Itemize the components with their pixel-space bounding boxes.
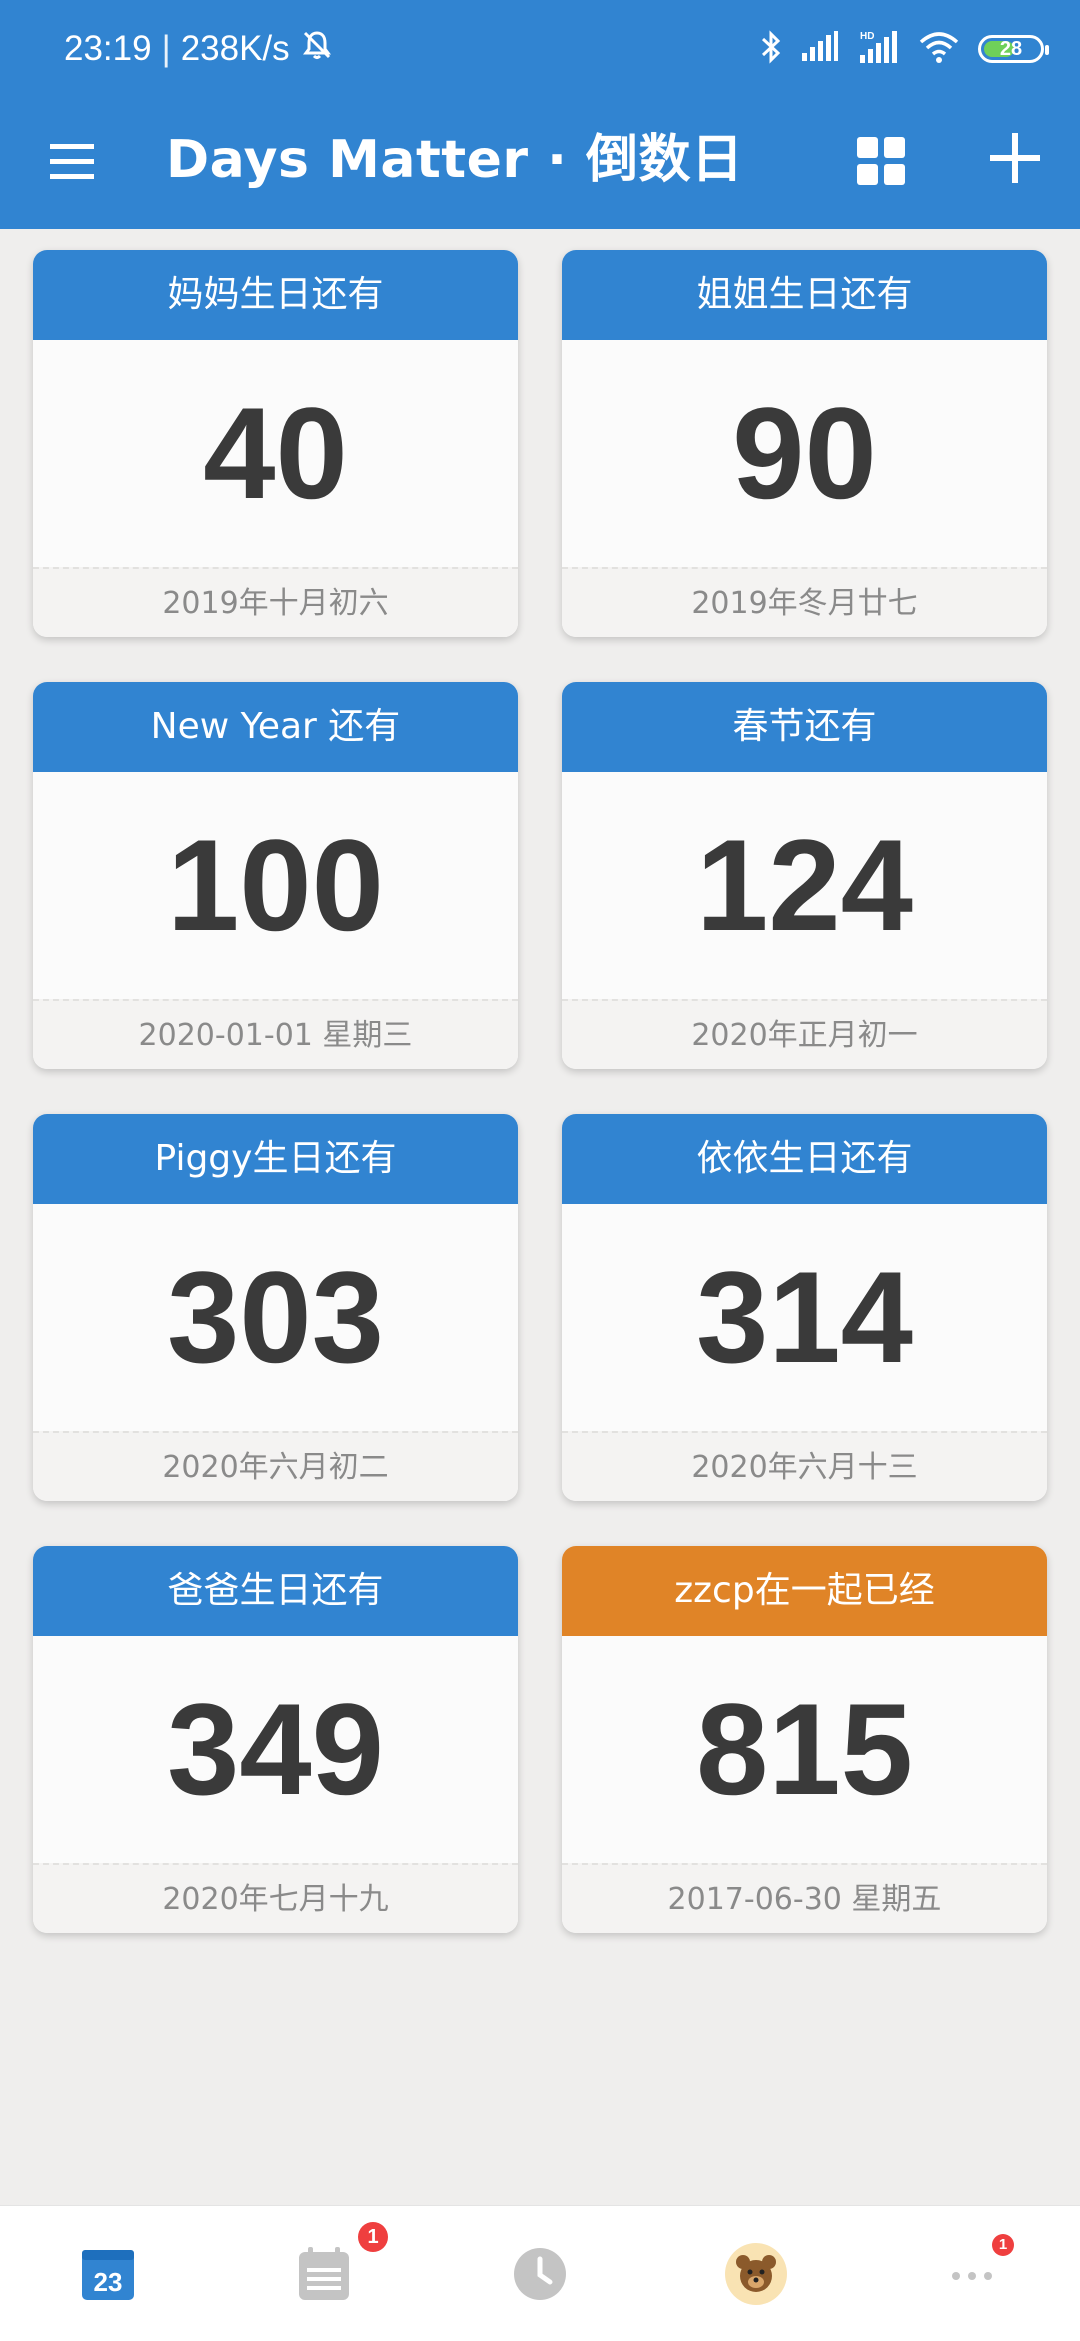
clock-icon bbox=[514, 2248, 566, 2300]
event-date: 2020年正月初一 bbox=[562, 999, 1047, 1069]
status-separator: | bbox=[161, 29, 171, 68]
days-count: 124 bbox=[696, 812, 913, 958]
battery-tip bbox=[1045, 45, 1049, 55]
event-title: 春节还有 bbox=[562, 682, 1047, 772]
event-card[interactable]: 妈妈生日还有 40 2019年十月初六 bbox=[33, 250, 518, 637]
calendar-icon: 23 bbox=[82, 2250, 134, 2300]
event-date: 2017-06-30 星期五 bbox=[562, 1863, 1047, 1933]
event-date: 2019年十月初六 bbox=[33, 567, 518, 637]
days-count: 349 bbox=[167, 1676, 384, 1822]
event-title: 爸爸生日还有 bbox=[33, 1546, 518, 1636]
hamburger-icon bbox=[50, 144, 94, 179]
status-time: 23:19 bbox=[64, 29, 152, 68]
event-date: 2020年六月十三 bbox=[562, 1431, 1047, 1501]
signal-icon bbox=[800, 31, 840, 67]
menu-button[interactable] bbox=[40, 130, 104, 194]
svg-text:HD: HD bbox=[860, 31, 874, 42]
plus-icon bbox=[990, 133, 1040, 183]
event-date: 2019年冬月廿七 bbox=[562, 567, 1047, 637]
days-count: 815 bbox=[696, 1676, 913, 1822]
nav-calendar[interactable]: 23 bbox=[58, 2224, 158, 2324]
event-title: 妈妈生日还有 bbox=[33, 250, 518, 340]
calendar-day: 23 bbox=[94, 2267, 123, 2297]
status-left: 23:19 | 238K/s bbox=[64, 26, 334, 72]
event-date: 2020年七月十九 bbox=[33, 1863, 518, 1933]
status-right: HD 28 bbox=[760, 26, 1049, 72]
event-title: 姐姐生日还有 bbox=[562, 250, 1047, 340]
wifi-icon bbox=[918, 30, 960, 68]
event-card[interactable]: 姐姐生日还有 90 2019年冬月廿七 bbox=[562, 250, 1047, 637]
days-count: 40 bbox=[203, 380, 348, 526]
bear-avatar-icon bbox=[725, 2243, 787, 2305]
event-date: 2020年六月初二 bbox=[33, 1431, 518, 1501]
event-card[interactable]: Piggy生日还有 303 2020年六月初二 bbox=[33, 1114, 518, 1501]
event-card[interactable]: 依依生日还有 314 2020年六月十三 bbox=[562, 1114, 1047, 1501]
app-bar: Days Matter · 倒数日 bbox=[0, 95, 1080, 229]
nav-list[interactable]: 1 bbox=[274, 2222, 388, 2324]
event-card[interactable]: 爸爸生日还有 349 2020年七月十九 bbox=[33, 1546, 518, 1933]
notes-icon bbox=[299, 2247, 349, 2300]
days-count: 90 bbox=[732, 380, 877, 526]
event-title: zzcp在一起已经 bbox=[562, 1546, 1047, 1636]
event-date: 2020-01-01 星期三 bbox=[33, 999, 518, 1069]
status-bar: 23:19 | 238K/s HD 28 bbox=[0, 0, 1080, 95]
bottom-navigation: 23 1 1 bbox=[0, 2205, 1080, 2341]
notification-badge: 1 bbox=[992, 2234, 1014, 2256]
app-header: 23:19 | 238K/s HD 28 Days Matter · 倒数日 bbox=[0, 0, 1080, 229]
event-title: 依依生日还有 bbox=[562, 1114, 1047, 1204]
add-event-button[interactable] bbox=[980, 123, 1050, 193]
battery-percent: 28 bbox=[999, 37, 1023, 60]
days-count: 303 bbox=[167, 1244, 384, 1390]
more-dots-icon bbox=[952, 2272, 992, 2280]
event-card[interactable]: zzcp在一起已经 815 2017-06-30 星期五 bbox=[562, 1546, 1047, 1933]
nav-more[interactable]: 1 bbox=[922, 2224, 1022, 2324]
event-card[interactable]: 春节还有 124 2020年正月初一 bbox=[562, 682, 1047, 1069]
battery-icon: 28 bbox=[978, 35, 1049, 63]
hd-signal-icon: HD bbox=[858, 29, 900, 69]
event-title: Piggy生日还有 bbox=[33, 1114, 518, 1204]
grid-view-button[interactable] bbox=[852, 125, 912, 195]
days-count: 100 bbox=[167, 812, 384, 958]
mute-bell-icon bbox=[300, 28, 334, 71]
page-title: Days Matter · 倒数日 bbox=[166, 130, 744, 190]
notification-badge: 1 bbox=[358, 2222, 388, 2252]
nav-profile[interactable] bbox=[706, 2224, 806, 2324]
bluetooth-icon bbox=[760, 29, 782, 69]
days-count: 314 bbox=[696, 1244, 913, 1390]
event-title: New Year 还有 bbox=[33, 682, 518, 772]
nav-clock[interactable] bbox=[490, 2224, 590, 2324]
network-speed: 238K/s bbox=[180, 29, 290, 68]
grid-icon bbox=[857, 137, 905, 185]
event-card[interactable]: New Year 还有 100 2020-01-01 星期三 bbox=[33, 682, 518, 1069]
